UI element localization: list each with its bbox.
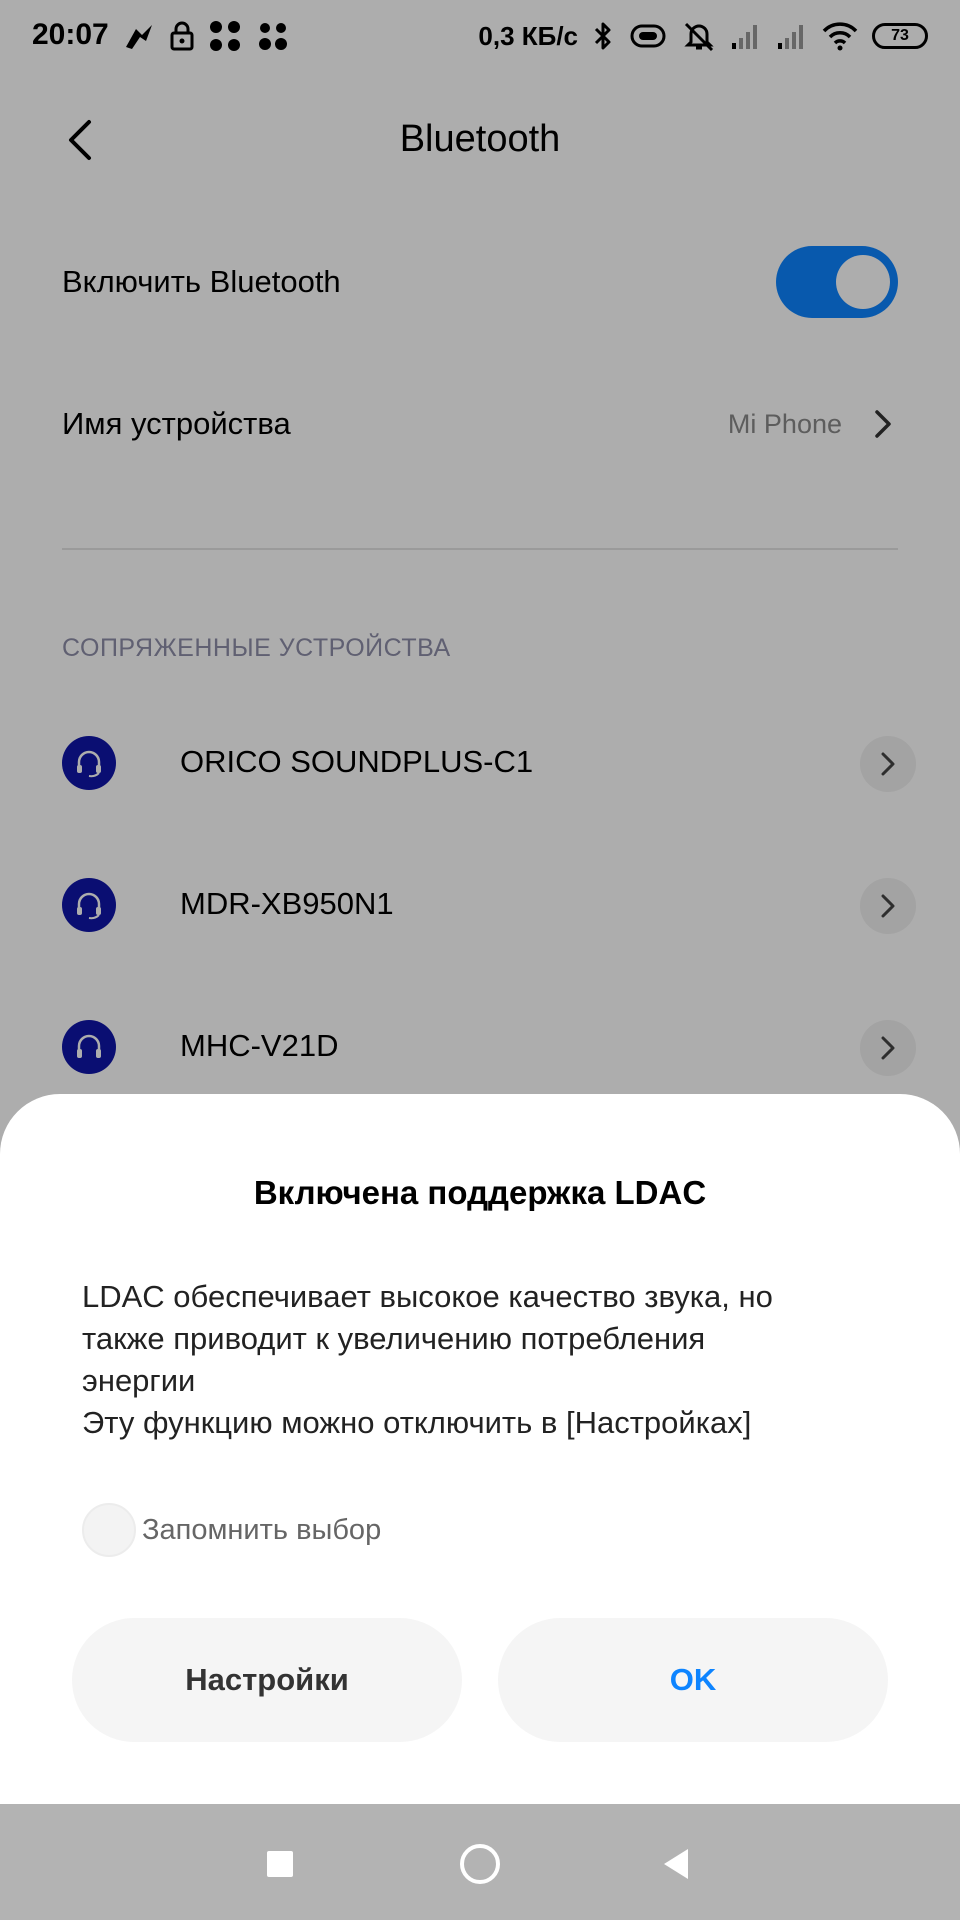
remember-choice-checkbox[interactable] <box>82 1503 136 1557</box>
home-button[interactable] <box>450 1834 510 1894</box>
recents-square-icon <box>267 1851 293 1877</box>
dialog-message-line: LDAC обеспечивает высокое качество звука… <box>82 1279 773 1314</box>
back-triangle-icon <box>664 1849 688 1879</box>
recents-button[interactable] <box>250 1834 310 1894</box>
dialog-message: LDAC обеспечивает высокое качество звука… <box>82 1276 882 1444</box>
remember-choice-label: Запомнить выбор <box>142 1513 382 1546</box>
dialog-message-line: Эту функцию можно отключить в [Настройка… <box>82 1405 752 1440</box>
dialog-title: Включена поддержка LDAC <box>253 1174 707 1211</box>
ok-button[interactable]: OK <box>498 1618 888 1742</box>
navigation-bar <box>0 1804 960 1920</box>
dialog-message-line: также приводит к увеличению потребления <box>82 1321 706 1356</box>
nav-back-button[interactable] <box>646 1834 706 1894</box>
bluetooth-settings-screen: 20:07 0,3 КБ/с 73 Bluetooth Включить Blu… <box>0 0 960 1920</box>
ldac-dialog: Включена поддержка LDAC LDAC обеспечивае… <box>0 1094 960 1804</box>
remember-choice-option[interactable]: Запомнить выбор <box>82 1502 381 1558</box>
dialog-message-line: энергии <box>82 1363 196 1398</box>
settings-button[interactable]: Настройки <box>72 1618 462 1742</box>
home-circle-icon <box>460 1844 500 1884</box>
